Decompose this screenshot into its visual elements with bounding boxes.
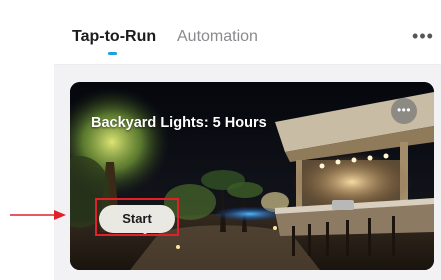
tab-header: Tap-to-Run Automation ••• [54, 12, 441, 65]
pointer-arrow-icon [10, 210, 66, 220]
start-button[interactable]: Start [99, 205, 175, 233]
more-options-icon[interactable]: ••• [410, 26, 436, 46]
active-tab-indicator [108, 52, 117, 55]
scene-more-icon[interactable]: ••• [391, 98, 417, 124]
scene-card[interactable]: Backyard Lights: 5 Hours ••• Start [70, 82, 434, 270]
tab-automation[interactable]: Automation [177, 28, 258, 46]
app-screen: Tap-to-Run Automation ••• Backyard Light… [0, 0, 441, 280]
scene-title: Backyard Lights: 5 Hours [91, 115, 267, 131]
backyard-night-photo [70, 82, 434, 270]
tab-tap-to-run[interactable]: Tap-to-Run [72, 28, 156, 46]
